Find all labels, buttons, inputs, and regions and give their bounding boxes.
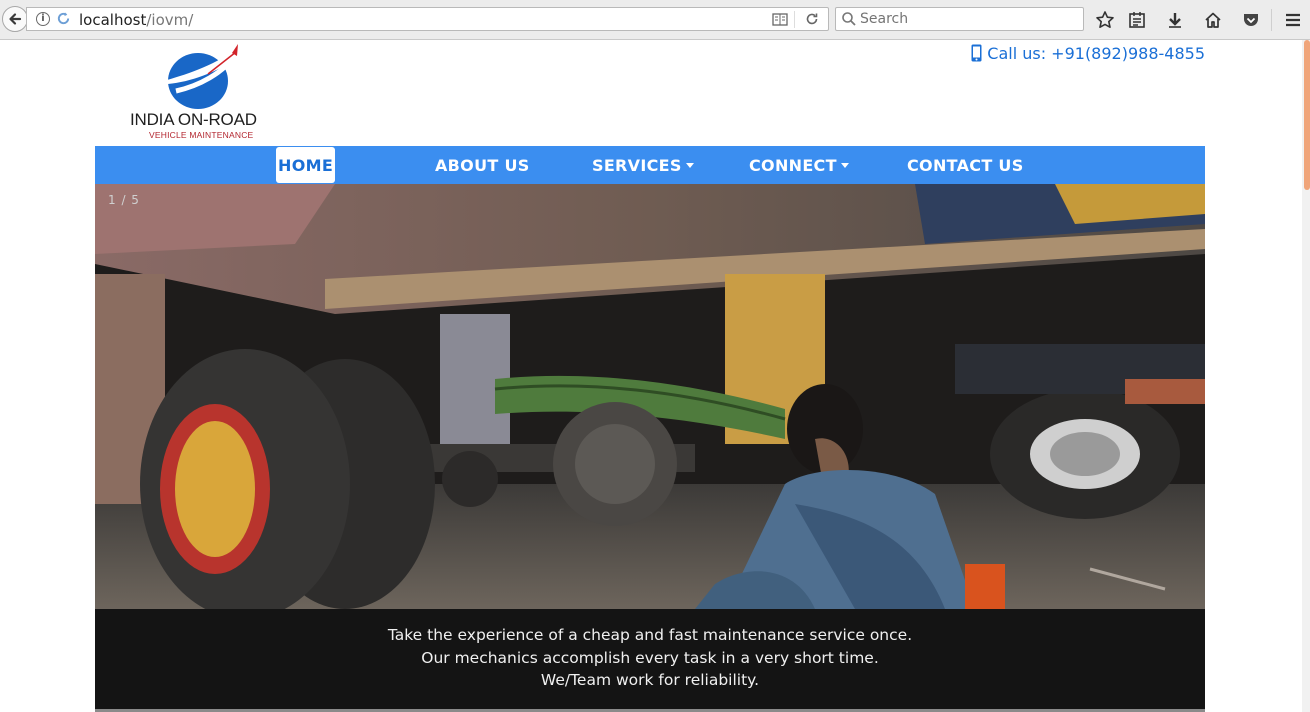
- pocket-icon: [1244, 14, 1258, 26]
- nav-about-us[interactable]: ABOUT US: [435, 146, 530, 184]
- caption-line-2: Our mechanics accomplish every task in a…: [421, 648, 879, 667]
- phone-text: Call us: +91(892)988-4855: [987, 44, 1205, 63]
- menu-icon: [1286, 13, 1300, 27]
- info-icon[interactable]: i: [36, 12, 50, 26]
- mobile-phone-icon: [971, 44, 982, 61]
- caption-line-3: We/Team work for reliability.: [540, 671, 760, 690]
- bookmark-star-icon: [1096, 11, 1114, 28]
- reload-icon[interactable]: [804, 11, 820, 27]
- search-bar[interactable]: [835, 7, 1084, 31]
- nav-connect[interactable]: CONNECT: [749, 146, 849, 184]
- browser-toolbar: i localhost/iovm/: [0, 0, 1310, 40]
- chevron-down-icon: [840, 163, 849, 168]
- reading-list-icon: [1129, 12, 1145, 28]
- slide-counter: 1 / 5: [108, 193, 140, 207]
- nav-connect-label: CONNECT: [749, 155, 837, 175]
- url-divider: [794, 11, 795, 28]
- downloads-button[interactable]: [1164, 9, 1186, 31]
- home-button[interactable]: [1202, 9, 1224, 31]
- nav-services[interactable]: SERVICES: [592, 146, 694, 184]
- reading-list-button[interactable]: [1126, 9, 1148, 31]
- nav-home-label: HOME: [278, 155, 334, 175]
- back-icon: [9, 13, 22, 25]
- nav-contact-label: CONTACT US: [907, 155, 1024, 175]
- logo-tagline: VEHICLE MAINTENANCE: [149, 130, 254, 140]
- url-bar[interactable]: i localhost/iovm/: [26, 7, 829, 31]
- hero-slide-image[interactable]: [95, 184, 1205, 609]
- scrollbar-thumb[interactable]: [1304, 40, 1310, 190]
- url-path: /iovm/: [146, 11, 194, 29]
- nav-home[interactable]: HOME: [276, 147, 336, 183]
- search-icon: [842, 12, 856, 26]
- truck-repair-photo: [95, 184, 1205, 609]
- nav-about-label: ABOUT US: [435, 155, 530, 175]
- menu-button[interactable]: [1282, 9, 1304, 31]
- reload-indicator-icon: [57, 12, 70, 25]
- home-icon: [1205, 12, 1221, 28]
- main-navigation: HOME ABOUT US SERVICES CONNECT CONTACT U…: [95, 146, 1205, 184]
- download-icon: [1169, 13, 1181, 28]
- pocket-button[interactable]: [1240, 9, 1262, 31]
- nav-contact-us[interactable]: CONTACT US: [907, 146, 1024, 184]
- chevron-down-icon: [685, 163, 694, 168]
- back-button[interactable]: [2, 6, 28, 32]
- reader-view-icon[interactable]: [772, 12, 788, 27]
- nav-services-label: SERVICES: [592, 155, 682, 175]
- bookmark-star-button[interactable]: [1094, 9, 1116, 31]
- url-text[interactable]: localhost/iovm/: [79, 11, 193, 29]
- url-host: localhost: [79, 11, 147, 29]
- caption-line-1: Take the experience of a cheap and fast …: [387, 626, 913, 645]
- slide-caption: Take the experience of a cheap and fast …: [95, 609, 1205, 709]
- phone-contact[interactable]: Call us: +91(892)988-4855: [971, 44, 1205, 63]
- search-input[interactable]: [860, 10, 1075, 28]
- logo-name: INDIA ON-ROAD: [130, 110, 257, 129]
- toolbar-divider: [1271, 9, 1272, 31]
